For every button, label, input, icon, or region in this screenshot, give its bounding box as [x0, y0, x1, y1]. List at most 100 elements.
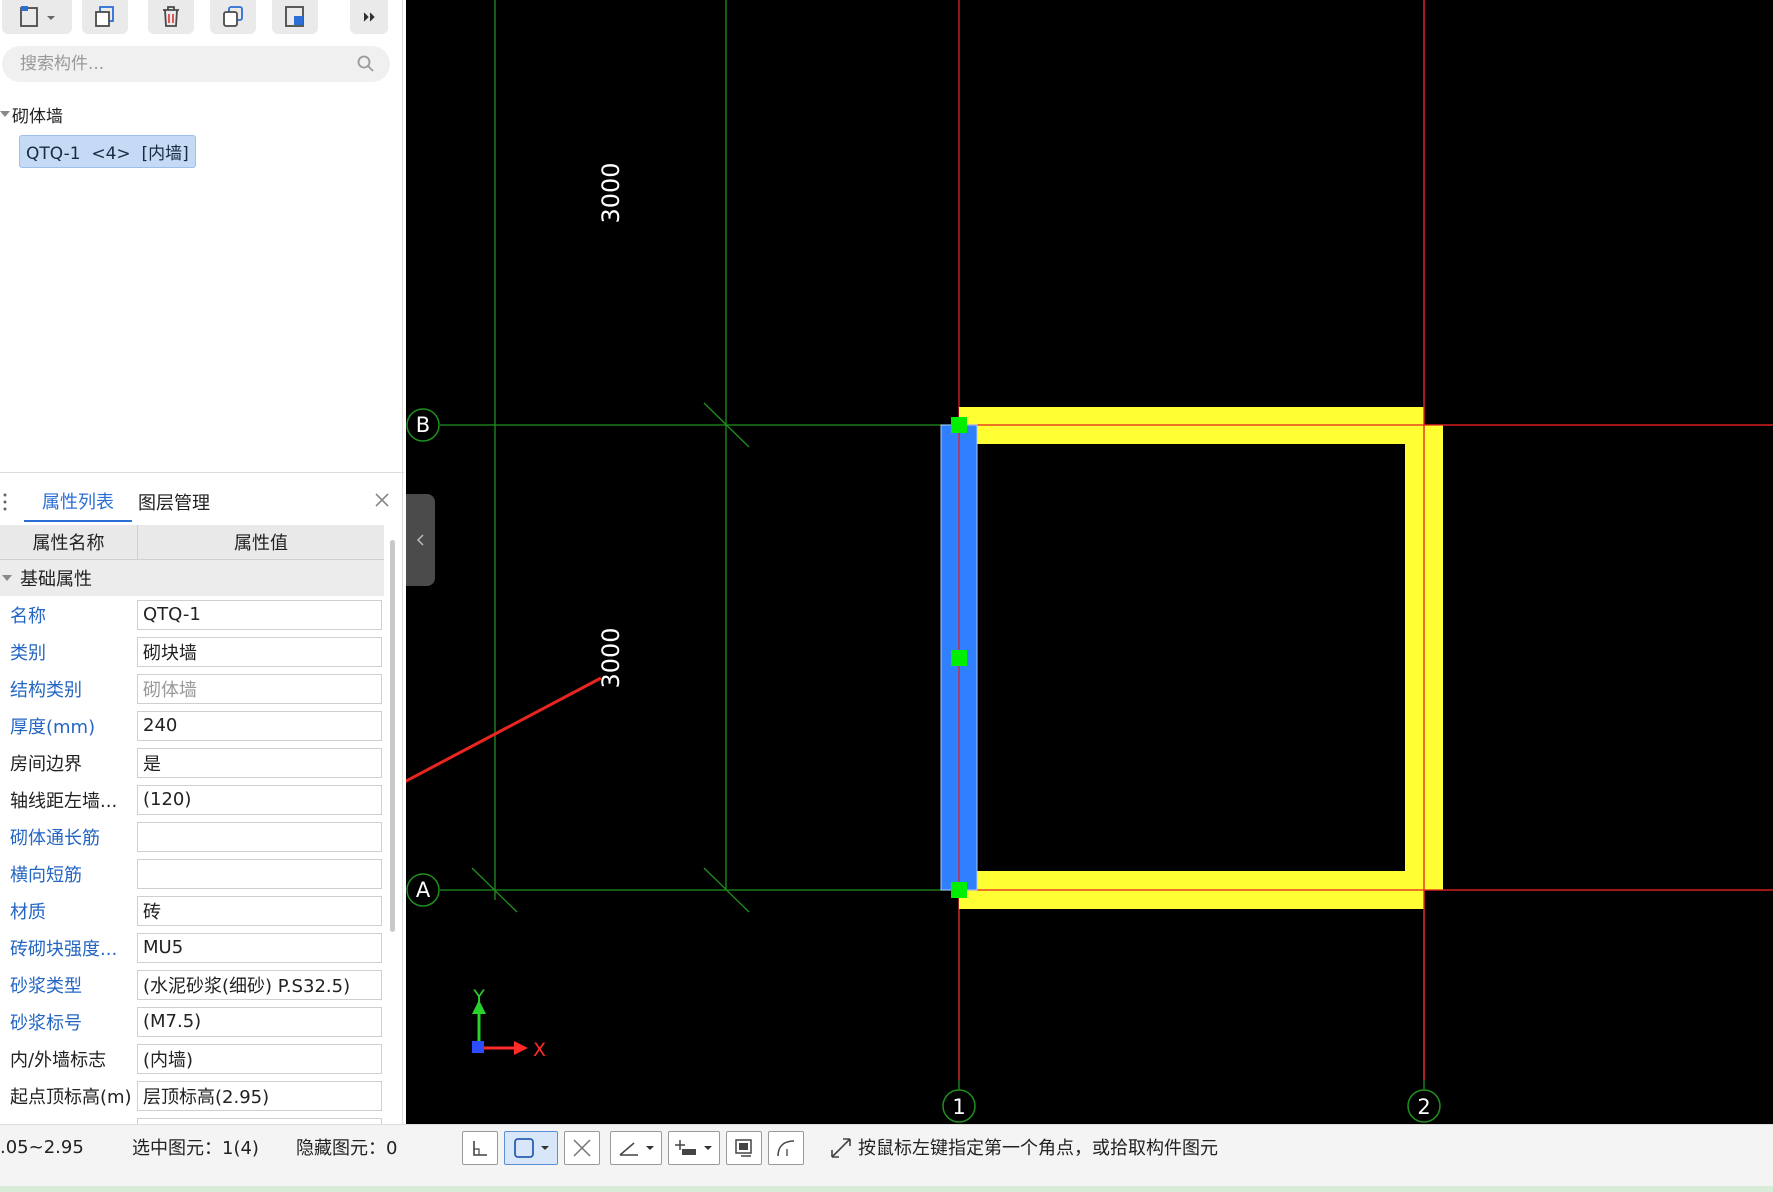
property-name: 类别 — [10, 642, 46, 664]
panel-divider — [0, 472, 404, 473]
rect-select-button[interactable] — [504, 1131, 558, 1165]
tab-bar: 属性列表 图层管理 — [0, 482, 400, 522]
orthogonal-icon — [473, 1141, 487, 1156]
panel-border — [402, 0, 403, 1137]
grip-icon[interactable] — [3, 492, 7, 512]
property-name: 厚度(mm) — [10, 716, 96, 738]
property-value-field[interactable]: 层顶标高(2.95) — [137, 1080, 382, 1111]
close-icon[interactable] — [372, 490, 392, 510]
angle-snap-button[interactable] — [610, 1131, 662, 1165]
axis-bubbles: B A 1 2 — [406, 408, 1441, 1123]
save-template-button[interactable] — [272, 0, 318, 34]
property-row[interactable]: 横向短筋 — [0, 855, 384, 892]
property-row[interactable]: 轴线距左墙... (120) — [0, 781, 384, 818]
cross-select-button[interactable] — [564, 1131, 600, 1165]
property-value-field[interactable] — [137, 858, 382, 889]
property-name: 结构类别 — [10, 679, 82, 701]
copy-component-icon — [95, 6, 114, 27]
property-value-field[interactable]: 240 — [137, 710, 382, 741]
new-component-button[interactable] — [2, 0, 72, 34]
axis-label-A: A — [416, 878, 431, 902]
ucs-x-label: X — [533, 1039, 546, 1061]
tree-item-qtq-1[interactable]: QTQ-1 <4> [内墙] — [19, 135, 196, 168]
annotation-arrow — [406, 676, 602, 783]
drawing-canvas[interactable]: B A 1 2 3000 3000 Y X — [406, 0, 1773, 1137]
property-row[interactable]: 材质 砖 — [0, 892, 384, 929]
property-row[interactable]: 类别 砌块墙 — [0, 633, 384, 670]
header-property-name: 属性名称 — [0, 525, 138, 559]
tree-root-masonry-wall[interactable]: 砌体墙 — [0, 101, 63, 127]
property-row[interactable]: 砂浆标号 (M7.5) — [0, 1003, 384, 1040]
property-value-field[interactable]: 是 — [137, 747, 382, 778]
property-value-field[interactable]: 砖 — [137, 895, 382, 926]
property-value-field[interactable] — [137, 821, 382, 852]
property-scrollbar[interactable] — [390, 540, 395, 932]
section-label: 基础属性 — [20, 569, 92, 590]
property-name: 砂浆类型 — [10, 975, 82, 997]
grip-start — [951, 417, 967, 433]
object-snap-button[interactable] — [726, 1131, 762, 1165]
property-value-field[interactable]: MU5 — [137, 932, 382, 963]
rect-select-icon — [514, 1138, 549, 1158]
property-value-field[interactable]: (M7.5) — [137, 1006, 382, 1037]
copy-component-button[interactable] — [82, 0, 128, 34]
property-value-field[interactable]: (内墙) — [137, 1043, 382, 1074]
property-row[interactable]: 厚度(mm) 240 — [0, 707, 384, 744]
property-row[interactable]: 起点顶标高(m) 层顶标高(2.95) — [0, 1077, 384, 1114]
property-name: 名称 — [10, 605, 46, 627]
property-name: 材质 — [10, 901, 46, 923]
duplicate-layer-button[interactable] — [210, 0, 256, 34]
orthogonal-button[interactable] — [462, 1131, 498, 1165]
selected-count: 选中图元：1(4) — [132, 1138, 259, 1159]
property-row[interactable]: 结构类别 砌体墙 — [0, 670, 384, 707]
more-button[interactable] — [350, 0, 388, 34]
section-basic-properties[interactable]: 基础属性 — [0, 560, 384, 596]
angle-snap-icon — [619, 1142, 654, 1156]
axis-label-2: 2 — [1417, 1095, 1430, 1119]
arc-snap-button[interactable] — [768, 1131, 804, 1165]
search-input[interactable] — [18, 53, 356, 75]
axis-lines — [958, 0, 1773, 1080]
header-property-value: 属性值 — [234, 533, 288, 554]
cross-select-icon — [573, 1139, 591, 1157]
property-value-field[interactable]: (水泥砂浆(细砂) P.S32.5) — [137, 969, 382, 1000]
property-value-field[interactable]: 砌块墙 — [137, 636, 382, 667]
status-bar: .05~2.95 选中图元：1(4) 隐藏图元：0 按鼠标左键指定第一个角点，或… — [0, 1124, 1773, 1192]
tab-properties[interactable]: 属性列表 — [24, 482, 132, 522]
search-icon[interactable] — [356, 54, 376, 74]
property-grid-viewport: 属性名称 属性值 基础属性 名称 QTQ-1 类别 砌块墙结构类别 砌体墙厚度(mm) 2… — [0, 525, 384, 1125]
collapse-caret-icon[interactable] — [2, 575, 12, 581]
arc-snap-icon — [777, 1140, 795, 1157]
property-row[interactable]: 内/外墙标志 (内墙) — [0, 1040, 384, 1077]
axis-label-1: 1 — [952, 1095, 965, 1119]
property-name: 内/外墙标志 — [10, 1049, 107, 1071]
left-panel: 砌体墙 QTQ-1 <4> [内墙] 属性列表 图层管理 属性名称 属性值 基础… — [0, 0, 404, 1137]
property-rows: 名称 QTQ-1 类别 砌块墙结构类别 砌体墙厚度(mm) 240 房间边界 是轴线距左墙..… — [0, 596, 384, 1125]
collapse-panel-handle[interactable] — [406, 494, 435, 586]
walls[interactable] — [940, 0, 1773, 1080]
tree-root-label: 砌体墙 — [12, 106, 63, 127]
dimension-text-top: 3000 — [597, 162, 625, 223]
property-row[interactable]: 名称 QTQ-1 — [0, 596, 384, 633]
property-name: 房间边界 — [10, 753, 82, 775]
property-value-field[interactable]: 砌体墙 — [137, 673, 382, 704]
property-name: 砌体通长筋 — [10, 827, 100, 849]
property-row[interactable]: 砖砌块强度... MU5 — [0, 929, 384, 966]
property-name: 砂浆标号 — [10, 1012, 82, 1034]
property-row[interactable]: 房间边界 是 — [0, 744, 384, 781]
duplicate-layer-icon — [223, 6, 243, 27]
property-row[interactable]: 砂浆类型 (水泥砂浆(细砂) P.S32.5) — [0, 966, 384, 1003]
property-value-field[interactable]: (120) — [137, 784, 382, 815]
cad-drawing[interactable]: B A 1 2 3000 3000 Y X — [406, 0, 1773, 1137]
delete-button[interactable] — [148, 0, 194, 34]
tab-layers[interactable]: 图层管理 — [138, 482, 210, 522]
more-icon — [363, 12, 375, 22]
property-value-field[interactable]: QTQ-1 — [137, 599, 382, 630]
expand-cursor-icon — [831, 1138, 851, 1158]
property-name: 起点顶标高(m) — [10, 1086, 132, 1108]
elevation-range: .05~2.95 — [0, 1136, 84, 1158]
expand-caret-icon[interactable] — [0, 111, 10, 117]
property-name: 砖砌块强度... — [10, 938, 118, 960]
property-row[interactable]: 砌体通长筋 — [0, 818, 384, 855]
offset-snap-button[interactable] — [668, 1131, 720, 1165]
